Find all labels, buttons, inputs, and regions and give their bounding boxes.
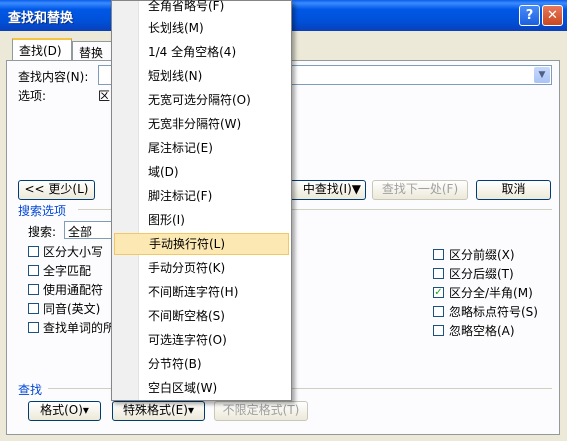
menu-item-footnote-mark[interactable]: 脚注标记(F) xyxy=(114,185,289,207)
options-value: 区 xyxy=(98,89,111,103)
menu-item-en-dash[interactable]: 短划线(N) xyxy=(114,65,289,87)
close-button[interactable]: ✕ xyxy=(542,5,563,26)
match-prefix-checkbox[interactable] xyxy=(433,249,444,260)
search-direction-select[interactable]: 全部 xyxy=(64,221,114,239)
menu-item-nonbreaking-space[interactable]: 不间断空格(S) xyxy=(114,305,289,327)
format-button[interactable]: 格式(O)▾ xyxy=(28,401,101,421)
menu-item-field[interactable]: 域(D) xyxy=(114,161,289,183)
search-label: 搜索: xyxy=(28,225,57,239)
special-format-menu: 全角省略号(F) 长划线(M) 1/4 全角空格(4) 短划线(N) 无宽可选分… xyxy=(111,0,292,401)
cancel-button[interactable]: 取消 xyxy=(476,180,551,200)
sounds-like-label: 同音(英文) xyxy=(43,302,101,316)
menu-item-zero-width-non-break[interactable]: 无宽非分隔符(W) xyxy=(114,113,289,135)
menu-item-nonbreaking-hyphen[interactable]: 不间断连字符(H) xyxy=(114,281,289,303)
special-button[interactable]: 特殊格式(E)▾ xyxy=(112,401,205,421)
window-title: 查找和替换 xyxy=(8,11,74,26)
word-forms-label: 查找单词的所 xyxy=(43,321,116,335)
tab-find[interactable]: 查找(D) xyxy=(12,38,72,61)
match-width-label: 区分全/半角(M) xyxy=(449,286,533,300)
menu-item-graphic[interactable]: 图形(I) xyxy=(114,209,289,231)
whole-word-label: 全字匹配 xyxy=(43,264,92,278)
match-case-checkbox[interactable] xyxy=(28,246,39,257)
search-direction-value: 全部 xyxy=(68,225,93,239)
less-button[interactable]: << 更少(L) xyxy=(18,180,95,200)
no-formatting-button[interactable]: 不限定格式(T) xyxy=(214,401,308,421)
menu-item-em-dash[interactable]: 长划线(M) xyxy=(114,17,289,39)
menu-item-manual-page-break[interactable]: 手动分页符(K) xyxy=(114,257,289,279)
match-width-checkbox[interactable]: ✓ xyxy=(433,287,444,298)
menu-item-zero-width-optional-break[interactable]: 无宽可选分隔符(O) xyxy=(114,89,289,111)
ignore-space-checkbox[interactable] xyxy=(433,325,444,336)
match-prefix-label: 区分前缀(X) xyxy=(449,248,515,262)
menu-item-ellipsis[interactable]: 全角省略号(F) xyxy=(114,0,289,17)
menu-item-optional-hyphen[interactable]: 可选连字符(O) xyxy=(114,329,289,351)
match-case-label: 区分大小写 xyxy=(43,245,104,259)
ignore-punct-label: 忽略标点符号(S) xyxy=(449,305,538,319)
sounds-like-checkbox[interactable] xyxy=(28,303,39,314)
match-suffix-checkbox[interactable] xyxy=(433,268,444,279)
match-suffix-label: 区分后缀(T) xyxy=(449,267,514,281)
whole-word-checkbox[interactable] xyxy=(28,265,39,276)
menu-item-white-space[interactable]: 空白区域(W) xyxy=(114,377,289,399)
menu-item-manual-line-break[interactable]: 手动换行符(L) xyxy=(114,233,289,255)
ignore-punct-checkbox[interactable] xyxy=(433,306,444,317)
word-forms-checkbox[interactable] xyxy=(28,322,39,333)
menu-item-endnote-mark[interactable]: 尾注标记(E) xyxy=(114,137,289,159)
find-what-label: 查找内容(N): xyxy=(18,70,89,84)
find-next-button[interactable]: 查找下一处(F) xyxy=(372,180,468,200)
menu-item-section-break[interactable]: 分节符(B) xyxy=(114,353,289,375)
options-label: 选项: xyxy=(18,89,47,103)
ignore-space-label: 忽略空格(A) xyxy=(449,324,515,338)
chevron-down-icon[interactable]: ▼ xyxy=(534,67,550,83)
find-in-button[interactable]: 中查找(I)▼ xyxy=(292,180,366,200)
wildcards-label: 使用通配符 xyxy=(43,283,104,297)
search-options-title: 搜索选项 xyxy=(18,204,67,218)
help-button[interactable]: ? xyxy=(519,5,540,26)
wildcards-checkbox[interactable] xyxy=(28,284,39,295)
find-section-title: 查找 xyxy=(18,383,43,397)
menu-item-quarter-space[interactable]: 1/4 全角空格(4) xyxy=(114,41,289,63)
check-icon: ✓ xyxy=(434,287,443,298)
